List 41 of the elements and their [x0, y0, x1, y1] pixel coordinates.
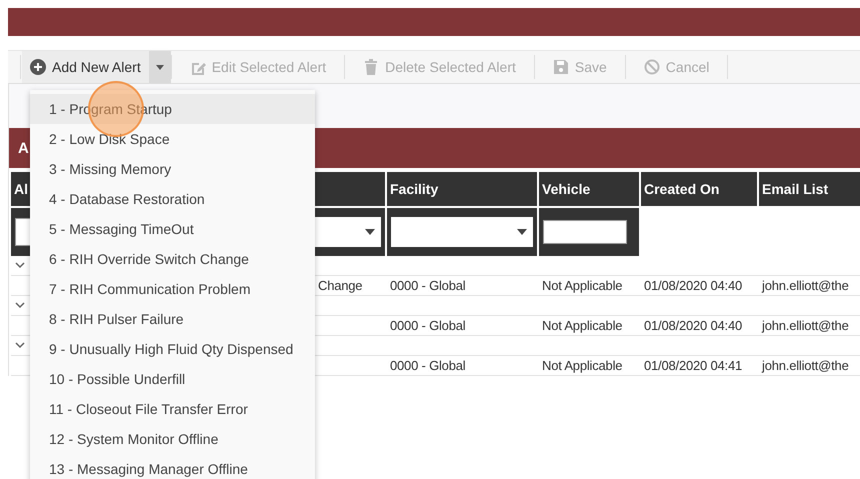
trash-icon [363, 59, 380, 75]
chevron-icon[interactable] [15, 262, 25, 269]
table-cell-text: 01/08/2020 04:41 [643, 358, 742, 373]
plus-icon [30, 59, 46, 75]
caret-icon [517, 229, 527, 235]
menu-item[interactable]: 9 - Unusually High Fluid Qty Dispensed [30, 334, 315, 364]
table-cell-text: Not Applicable [541, 318, 622, 333]
chevron-icon[interactable] [15, 302, 25, 309]
column-header: Facility [387, 172, 537, 206]
menu-item[interactable]: 8 - RIH Pulser Failure [30, 304, 315, 334]
column-header: Created On [641, 172, 757, 206]
table-cell-text: Not Applicable [541, 358, 622, 373]
table-cell-text: 0000 - Global [389, 278, 466, 293]
cancel-icon [644, 59, 660, 75]
table-cell-text: 0000 - Global [389, 358, 466, 373]
menu-item[interactable]: 12 - System Monitor Offline [30, 424, 315, 454]
filter-field[interactable] [543, 220, 627, 244]
table-cell-text: 01/08/2020 04:40 [643, 318, 742, 333]
column-header: Vehicle [539, 172, 639, 206]
menu-item[interactable]: 7 - RIH Communication Problem [30, 274, 315, 304]
menu-item[interactable]: 11 - Closeout File Transfer Error [30, 394, 315, 424]
table-cell: Change [318, 278, 362, 293]
table-cell-text: john.elliott@the [760, 318, 849, 333]
menu-item[interactable]: 10 - Possible Underfill [30, 364, 315, 394]
column-header: Email List [759, 172, 860, 206]
table-cell-text: 0000 - Global [389, 318, 466, 333]
menu-item[interactable]: 2 - Low Disk Space [30, 124, 315, 154]
dropdown-button[interactable] [148, 51, 171, 83]
add-button[interactable]: Add New Alert [22, 51, 149, 83]
table-cell-text: 01/08/2020 04:40 [643, 278, 742, 293]
floppy-icon [552, 59, 569, 75]
table-cell-text: john.elliott@the [760, 358, 849, 373]
panel-title: A [18, 140, 29, 156]
table-cell-text: Not Applicable [541, 278, 622, 293]
menu-item[interactable]: 5 - Messaging TimeOut [30, 214, 315, 244]
table-cell-text: john.elliott@the [760, 278, 849, 293]
menu-item[interactable]: 13 - Messaging Manager Offline [30, 454, 315, 479]
caret-icon [156, 64, 164, 70]
chevron-icon[interactable] [15, 342, 25, 349]
caret-icon [365, 229, 375, 235]
menu-item[interactable]: 6 - RIH Override Switch Change [30, 244, 315, 274]
